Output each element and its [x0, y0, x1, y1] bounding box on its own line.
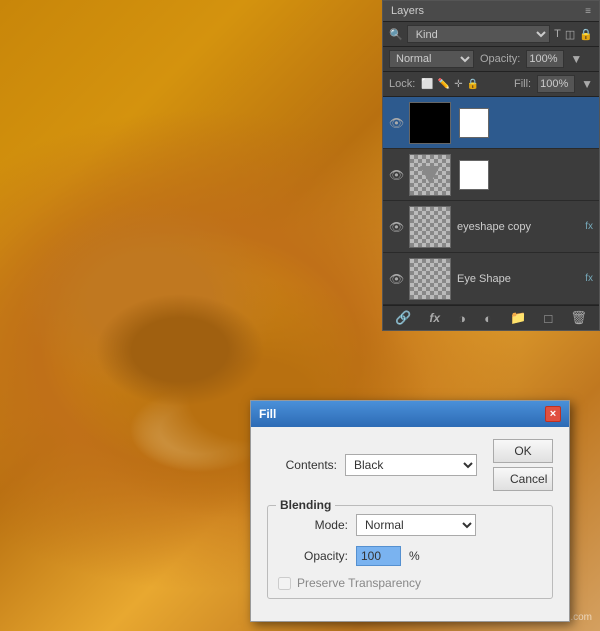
fill-arrow[interactable]: ▼	[581, 77, 593, 91]
contents-label: Contents:	[267, 458, 337, 472]
blending-legend: Blending	[276, 498, 335, 512]
layer-thumbnail-checker3	[409, 258, 451, 300]
dialog-titlebar: Fill ×	[251, 401, 569, 427]
layers-panel: Layers ≡ 🔍 Kind T ◫ 🔒 Normal Multiply Sc…	[382, 0, 600, 331]
blend-mode-select[interactable]: Normal Multiply Screen	[389, 50, 474, 68]
eye-icon[interactable]: 👁	[389, 116, 403, 130]
fill-dialog: Fill × Contents: Black White Foreground …	[250, 400, 570, 622]
type-icon: T	[554, 28, 561, 40]
layer-mask-white	[459, 108, 489, 138]
percent-label: %	[409, 549, 420, 563]
lock-position-icon[interactable]: ✛	[454, 79, 462, 90]
panel-header-controls: ≡	[585, 6, 591, 17]
ok-button[interactable]: OK	[493, 439, 553, 463]
fill-input[interactable]	[537, 75, 575, 93]
fx-badge: fx	[585, 221, 593, 232]
opacity-dialog-input[interactable]	[356, 546, 401, 566]
lock-label: Lock:	[389, 78, 415, 90]
fx-icon[interactable]: fx	[429, 311, 440, 325]
panel-toolbar: 🔗 fx ◑ ◐ 📁 □ 🗑	[383, 305, 599, 330]
cancel-button[interactable]: Cancel	[493, 467, 553, 491]
lock-transparent-icon[interactable]: ⬜	[421, 79, 433, 90]
layer-row[interactable]: 👁	[383, 149, 599, 201]
group-icon[interactable]: 📁	[510, 310, 526, 326]
layer-thumbnail-black	[409, 102, 451, 144]
preserve-row: Preserve Transparency	[278, 576, 542, 590]
panel-menu-icon[interactable]: ≡	[585, 6, 591, 17]
lock-image-icon[interactable]: ✏️	[438, 79, 450, 90]
adjustment-icon[interactable]: ◐	[484, 311, 492, 326]
lock-all-icon[interactable]: 🔒	[467, 79, 479, 90]
opacity-input[interactable]	[526, 50, 564, 68]
new-layer-icon[interactable]: □	[544, 311, 552, 326]
layer-name: eyeshape copy	[457, 221, 579, 233]
blending-group: Blending Mode: Normal Multiply Screen Ov…	[267, 505, 553, 599]
contents-row: Contents: Black White Foreground Color B…	[267, 439, 553, 491]
delete-icon[interactable]: 🗑	[570, 310, 587, 326]
dialog-title: Fill	[259, 407, 276, 421]
layer-row[interactable]: 👁	[383, 97, 599, 149]
layers-search-bar: 🔍 Kind T ◫ 🔒	[383, 22, 599, 47]
eye-icon[interactable]: 👁	[389, 272, 403, 286]
layer-row[interactable]: 👁 eyeshape copy fx	[383, 201, 599, 253]
layer-thumbnail-checker2	[409, 206, 451, 248]
opacity-label: Opacity:	[480, 53, 520, 65]
mode-row: Mode: Normal Multiply Screen Overlay Dis…	[278, 514, 542, 536]
search-icon: 🔍	[389, 28, 403, 41]
opacity-arrow[interactable]: ▼	[570, 52, 582, 66]
layer-row[interactable]: 👁 Eye Shape fx	[383, 253, 599, 305]
panel-title: Layers	[391, 5, 424, 17]
kind-dropdown[interactable]: Kind	[407, 25, 550, 43]
opacity-dialog-label: Opacity:	[278, 549, 348, 563]
contents-select[interactable]: Black White Foreground Color Background …	[345, 454, 477, 476]
layers-lock-row: Lock: ⬜ ✏️ ✛ 🔒 Fill: ▼	[383, 72, 599, 97]
smart-icon: 🔒	[579, 28, 593, 41]
layer-mask-white2	[459, 160, 489, 190]
preserve-label: Preserve Transparency	[297, 576, 421, 590]
layer-thumbnail-checker	[409, 154, 451, 196]
dialog-close-button[interactable]: ×	[545, 406, 561, 422]
preserve-checkbox[interactable]	[278, 577, 291, 590]
link-icon[interactable]: 🔗	[395, 310, 411, 326]
filter-icon: ◫	[565, 28, 575, 41]
opacity-row: Opacity: %	[278, 546, 542, 566]
mode-select[interactable]: Normal Multiply Screen Overlay Dissolve	[356, 514, 476, 536]
eye-icon[interactable]: 👁	[389, 168, 403, 182]
mode-label: Mode:	[278, 518, 348, 532]
fx-badge2: fx	[585, 273, 593, 284]
lock-icons: ⬜ ✏️ ✛ 🔒	[421, 79, 508, 90]
panel-header: Layers ≡	[383, 1, 599, 22]
dialog-body: Contents: Black White Foreground Color B…	[251, 427, 569, 621]
layers-mode-row: Normal Multiply Screen Opacity: ▼	[383, 47, 599, 72]
fill-label: Fill:	[514, 78, 531, 90]
layer-name: Eye Shape	[457, 273, 579, 285]
eye-icon[interactable]: 👁	[389, 220, 403, 234]
mask-icon[interactable]: ◑	[458, 311, 466, 326]
